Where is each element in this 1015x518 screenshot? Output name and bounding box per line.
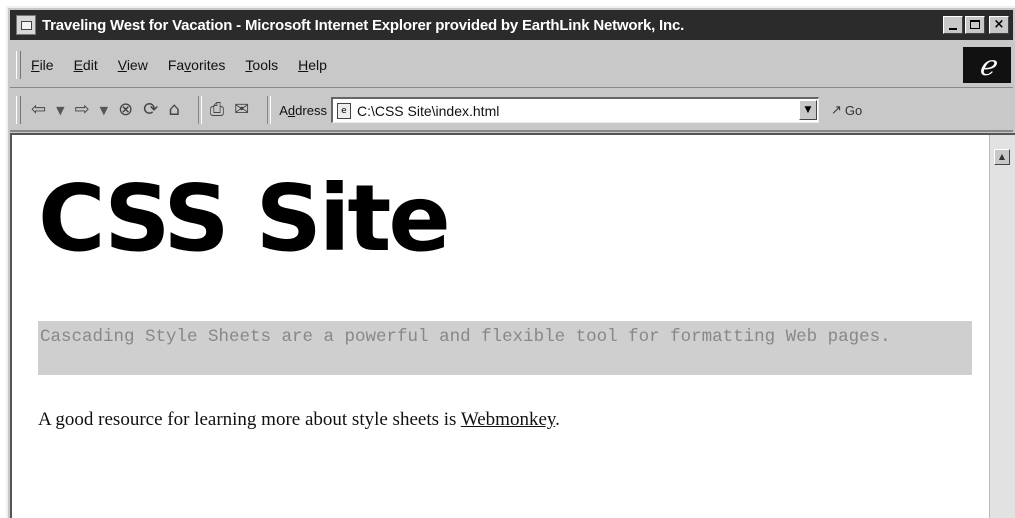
go-arrow-icon: ↗ (830, 102, 842, 117)
menu-grip[interactable] (16, 51, 21, 79)
menu-favorites-label: orites (191, 57, 226, 73)
address-label-pre: A (279, 102, 288, 118)
menu-edit-accel: E (73, 57, 83, 73)
body-text: A good resource for learning more about … (38, 409, 461, 430)
forward-arrow-icon[interactable]: ⇨ (75, 101, 90, 119)
toolbar-grip[interactable] (16, 96, 21, 124)
body-end: . (555, 409, 560, 430)
intro-paragraph: Cascading Style Sheets are a powerful an… (38, 321, 972, 375)
scroll-up-icon[interactable]: ▲ (994, 149, 1010, 165)
refresh-icon[interactable]: ⟳ (143, 101, 158, 119)
close-button[interactable]: × (989, 16, 1009, 34)
menu-view[interactable]: View (118, 57, 148, 73)
home-icon[interactable]: ⌂ (168, 101, 179, 119)
menu-tools[interactable]: Tools (245, 57, 278, 73)
page-heading: CSS Site (38, 165, 451, 272)
menu-file[interactable]: File (31, 57, 54, 73)
standard-toolbar: ⇦ ▼ ⇨ ▼ ⊗ ⟳ ⌂ ⎙ ✉ Address e C:\CSS Site\… (10, 90, 1013, 132)
browser-window: Traveling West for Vacation - Microsoft … (6, 6, 1015, 518)
menu-bar: File Edit View Favorites Tools Help ℯ (10, 43, 1013, 88)
menu-view-accel: V (117, 57, 127, 73)
go-button[interactable]: ↗ Go (831, 102, 862, 118)
back-dropdown-icon[interactable]: ▼ (56, 105, 64, 116)
vertical-scrollbar[interactable]: ▲ (989, 135, 1015, 518)
ie-logo: ℯ (963, 47, 1011, 83)
body-paragraph: A good resource for learning more about … (38, 409, 560, 431)
menu-file-accel: F (31, 57, 40, 73)
toolbar-separator (267, 96, 272, 124)
page-icon: e (336, 102, 351, 119)
go-label: Go (844, 102, 863, 118)
print-icon[interactable]: ⎙ (210, 101, 224, 119)
menu-favorites[interactable]: Favorites (168, 57, 226, 73)
window-icon[interactable] (16, 15, 36, 35)
menu-help-label: elp (308, 57, 327, 73)
address-label-post: dress (295, 102, 327, 118)
webmonkey-link[interactable]: Webmonkey (461, 409, 555, 430)
address-dropdown-icon[interactable]: ▼ (798, 100, 817, 120)
maximize-button[interactable] (965, 16, 985, 34)
window-title: Traveling West for Vacation - Microsoft … (42, 16, 685, 34)
window-controls: × (943, 16, 1009, 34)
page-viewport: CSS Site Cascading Style Sheets are a po… (10, 133, 1015, 518)
menu-help[interactable]: Help (298, 57, 327, 73)
forward-dropdown-icon[interactable]: ▼ (100, 105, 108, 116)
address-value[interactable]: C:\CSS Site\index.html (357, 103, 499, 119)
menu-edit-label: dit (82, 57, 98, 73)
menu-file-label: ile (39, 57, 54, 73)
stop-icon[interactable]: ⊗ (118, 101, 133, 119)
address-bar[interactable]: e C:\CSS Site\index.html ▼ (330, 97, 819, 123)
address-label: Address (279, 103, 327, 118)
menu-tools-label: ools (252, 57, 279, 73)
toolbar-separator (197, 96, 202, 124)
minimize-button[interactable] (943, 16, 963, 34)
menu-view-label: iew (126, 57, 148, 73)
mail-icon[interactable]: ✉ (234, 101, 249, 119)
menu-help-accel: H (298, 57, 309, 73)
back-arrow-icon[interactable]: ⇦ (31, 101, 46, 119)
title-bar[interactable]: Traveling West for Vacation - Microsoft … (10, 10, 1013, 40)
menu-favorites-pre: Fa (167, 57, 185, 73)
menu-edit[interactable]: Edit (74, 57, 98, 73)
